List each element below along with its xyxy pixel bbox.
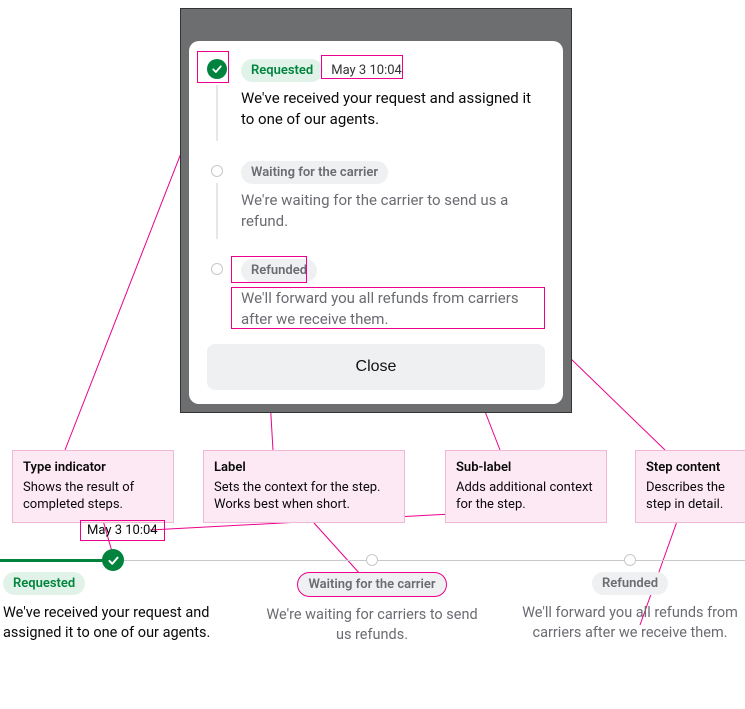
step-content: We'll forward you all refunds from carri… — [241, 288, 545, 330]
annotation-title: Sub-label — [456, 459, 596, 477]
h-step-desc: We're waiting for carriers to send us re… — [262, 605, 482, 646]
h-step-label: Refunded — [592, 572, 668, 595]
step-waiting: Waiting for the carrier We're waiting fo… — [207, 161, 545, 239]
dot-icon — [211, 263, 223, 275]
annotation-step-content: Step content Describes the step in detai… — [635, 450, 745, 523]
h-step-label: Requested — [3, 572, 85, 595]
modal-frame: Requested May 3 10:04 We've received you… — [180, 8, 572, 413]
dot-icon — [366, 554, 378, 566]
close-button[interactable]: Close — [207, 344, 545, 390]
step-requested: Requested May 3 10:04 We've received you… — [207, 59, 545, 141]
annotation-body: Sets the context for the step. Works bes… — [214, 479, 394, 514]
check-icon — [102, 549, 124, 571]
annotation-title: Label — [214, 459, 394, 477]
dot-icon — [211, 165, 223, 177]
h-step-requested: Requested We've received your request an… — [3, 572, 223, 644]
annotation-title: Type indicator — [23, 459, 163, 477]
check-icon — [207, 59, 227, 79]
annotation-label: Label Sets the context for the step. Wor… — [203, 450, 405, 523]
h-step-desc: We've received your request and assigned… — [3, 603, 223, 644]
modal: Requested May 3 10:04 We've received you… — [189, 41, 563, 404]
annotation-body: Adds additional context for the step. — [456, 479, 596, 514]
step-label: Waiting for the carrier — [241, 161, 388, 184]
h-sublabel: May 3 10:04 — [80, 520, 165, 541]
horizontal-timeline: May 3 10:04 Requested We've received you… — [0, 554, 745, 566]
step-content: We've received your request and assigned… — [241, 88, 545, 130]
h-step-label: Waiting for the carrier — [297, 572, 446, 597]
step-refunded: Refunded We'll forward you all refunds f… — [207, 259, 545, 330]
annotation-sublabel: Sub-label Adds additional context for th… — [445, 450, 607, 523]
annotation-type-indicator: Type indicator Shows the result of compl… — [12, 450, 174, 523]
annotation-body: Describes the step in detail. — [646, 479, 744, 514]
vertical-steps: Requested May 3 10:04 We've received you… — [207, 59, 545, 340]
step-label: Requested — [241, 59, 323, 82]
step-content: We're waiting for the carrier to send us… — [241, 190, 545, 232]
h-step-waiting: Waiting for the carrier We're waiting fo… — [262, 572, 482, 646]
annotation-title: Step content — [646, 459, 744, 477]
h-step-refunded: Refunded We'll forward you all refunds f… — [520, 572, 740, 644]
h-step-desc: We'll forward you all refunds from carri… — [520, 603, 740, 644]
dot-icon — [624, 554, 636, 566]
annotation-body: Shows the result of completed steps. — [23, 479, 163, 514]
step-sublabel: May 3 10:04 — [331, 63, 402, 78]
step-label: Refunded — [241, 259, 317, 282]
